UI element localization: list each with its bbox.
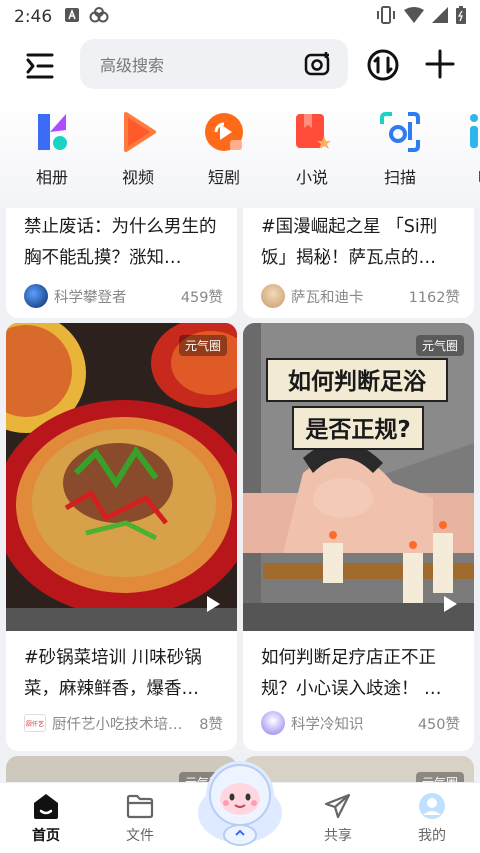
mascot-assistant-icon[interactable]	[190, 753, 290, 849]
play-icon[interactable]	[205, 595, 221, 613]
notification-a-icon	[64, 7, 80, 28]
card-likes: 459赞	[180, 289, 223, 306]
cloud-sync-icon	[88, 6, 110, 28]
card-title: 如何判断足疗店正不正规？小心误入歧途！ …	[261, 648, 442, 699]
nav-files[interactable]: 文件	[110, 791, 170, 845]
video-icon	[116, 110, 160, 154]
image-text-line1: 如何判断足浴	[288, 368, 427, 395]
novel-icon	[290, 110, 334, 154]
quick-apps-row: 相册 视频 短剧 小说 扫描 听	[0, 98, 480, 208]
nav-profile[interactable]: 我的	[402, 791, 462, 845]
app-label: 相册	[35, 168, 68, 187]
app-listen[interactable]: 听	[456, 110, 480, 188]
image-text-line2: 是否正规?	[305, 417, 410, 443]
nav-label: 文件	[126, 828, 154, 844]
top-header: 高级搜索	[0, 34, 480, 98]
profile-icon	[417, 791, 447, 821]
card-author: 萨瓦和迪卡	[291, 289, 364, 306]
card-title: 禁止废话：为什么男生的胸不能乱摸？涨知…	[24, 217, 217, 268]
app-novel[interactable]: 小说	[282, 110, 342, 188]
play-icon[interactable]	[442, 595, 458, 613]
card-badge: 元气圈	[178, 335, 227, 356]
card-author: 厨仟艺小吃技术培…	[52, 716, 183, 733]
app-scan[interactable]: 扫描	[370, 110, 430, 188]
avatar	[261, 711, 285, 735]
card-likes: 1162赞	[408, 289, 460, 306]
card-title: #国漫崛起之星 「Si刑饭」揭秘！萨瓦点的…	[261, 217, 438, 268]
card-badge: 元气圈	[415, 335, 464, 356]
card-author: 科学攀登者	[54, 289, 127, 306]
scan-icon	[378, 110, 422, 154]
avatar	[261, 284, 285, 308]
app-label: 短剧	[207, 168, 240, 187]
card-author: 科学冷知识	[291, 716, 364, 733]
feed-card[interactable]: 元气圈 #砂锅菜培训 川味砂锅菜，麻辣鲜香，爆香… 厨仟艺 厨仟艺小吃技术培… …	[6, 323, 237, 751]
app-album[interactable]: 相册	[22, 110, 82, 188]
card-thumbnail[interactable]: 如何判断足浴 是否正规? 元气圈	[243, 323, 474, 631]
content-feed[interactable]: 禁止废话：为什么男生的胸不能乱摸？涨知… 科学攀登者 459赞 #国漫崛起之星 …	[0, 208, 480, 782]
nav-label: 我的	[418, 828, 446, 844]
card-meta: 厨仟艺 厨仟艺小吃技术培… 8赞	[24, 710, 223, 736]
app-video[interactable]: 视频	[108, 110, 168, 188]
signal-icon	[432, 6, 448, 28]
short-drama-icon	[202, 110, 246, 154]
feed-card[interactable]: #国漫崛起之星 「Si刑饭」揭秘！萨瓦点的… 萨瓦和迪卡 1162赞	[243, 208, 474, 318]
wifi-icon	[404, 6, 424, 28]
folder-icon	[125, 791, 155, 821]
card-meta: 科学攀登者 459赞	[24, 283, 223, 309]
bottom-navigation: 首页 文件 共享 我的	[0, 761, 480, 853]
camera-search-icon[interactable]	[304, 51, 332, 77]
status-bar: 2:46	[0, 0, 480, 34]
card-thumbnail[interactable]: 元气圈	[6, 323, 237, 631]
nav-home[interactable]: 首页	[16, 791, 76, 845]
nav-share[interactable]: 共享	[308, 791, 368, 845]
card-likes: 450赞	[417, 716, 460, 733]
app-label: 扫描	[383, 168, 416, 187]
card-title: #砂锅菜培训 川味砂锅菜，麻辣鲜香，爆香…	[24, 648, 202, 699]
app-short-drama[interactable]: 短剧	[194, 110, 254, 188]
card-meta: 科学冷知识 450赞	[261, 710, 460, 736]
share-icon	[323, 791, 353, 821]
app-label: 小说	[295, 168, 328, 187]
card-meta: 萨瓦和迪卡 1162赞	[261, 283, 460, 309]
search-bar[interactable]: 高级搜索	[80, 39, 348, 89]
feed-card[interactable]: 禁止废话：为什么男生的胸不能乱摸？涨知… 科学攀登者 459赞	[6, 208, 237, 318]
avatar	[24, 284, 48, 308]
card-likes: 8赞	[199, 716, 223, 733]
menu-icon[interactable]	[22, 49, 58, 83]
app-label: 听	[456, 164, 480, 188]
avatar: 厨仟艺	[24, 714, 46, 732]
status-time: 2:46	[14, 7, 53, 27]
battery-icon	[456, 5, 466, 29]
search-placeholder: 高级搜索	[100, 56, 165, 75]
album-icon	[30, 110, 74, 154]
home-icon	[31, 791, 61, 821]
feed-card[interactable]: 如何判断足浴 是否正规? 元气圈 如何判断足疗店正不正规？小心误入歧途！ … 科…	[243, 323, 474, 751]
app-label: 视频	[121, 168, 154, 187]
nav-label: 首页	[32, 828, 60, 844]
vibrate-icon	[376, 5, 396, 29]
tab-switch-icon[interactable]	[366, 48, 400, 82]
nav-label: 共享	[324, 828, 352, 844]
listen-icon	[464, 110, 480, 154]
add-icon[interactable]	[424, 48, 456, 80]
card-badge: 元气圈	[415, 772, 464, 782]
